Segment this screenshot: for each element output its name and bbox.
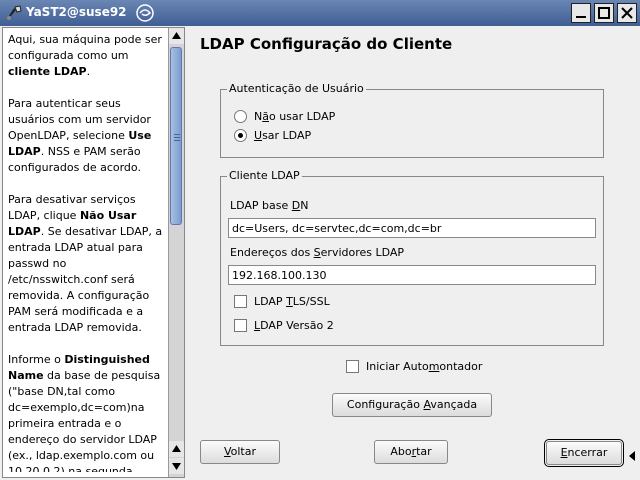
ldap-client-group-legend: Cliente LDAP bbox=[227, 169, 302, 182]
yast-app-icon[interactable] bbox=[5, 4, 23, 22]
scroll-down-button[interactable] bbox=[169, 458, 184, 474]
tls-ssl-label: LDAP TLS/SSL bbox=[254, 295, 330, 308]
radio-use-ldap-label: Usar LDAP bbox=[254, 129, 312, 142]
help-paragraph: Informe o Distinguished Name da base de … bbox=[8, 353, 161, 472]
maximize-icon bbox=[598, 7, 610, 19]
back-button[interactable]: Voltar bbox=[200, 440, 280, 464]
close-icon bbox=[621, 7, 633, 19]
scroll-up-button[interactable] bbox=[169, 28, 184, 44]
scroll-thumb[interactable] bbox=[170, 47, 182, 225]
radio-use-ldap-indicator[interactable] bbox=[234, 129, 247, 142]
grip-line bbox=[174, 140, 180, 141]
maximize-button[interactable] bbox=[594, 3, 614, 23]
help-paragraph: Aqui, sua máquina pode ser configurada c… bbox=[8, 33, 162, 78]
tls-ssl-checkbox-box[interactable] bbox=[234, 295, 247, 308]
advanced-config-button[interactable]: Configuração Avançada bbox=[332, 393, 492, 417]
ldap-version2-checkbox[interactable]: LDAP Versão 2 bbox=[234, 319, 334, 332]
radio-no-ldap-indicator[interactable] bbox=[234, 110, 247, 123]
ldap-client-group: Cliente LDAP LDAP base DN Endereços dos … bbox=[220, 169, 604, 346]
finish-button[interactable]: Encerrar bbox=[544, 439, 624, 467]
ldap-version2-label: LDAP Versão 2 bbox=[254, 319, 334, 332]
help-paragraph: Para desativar serviços LDAP, clique Não… bbox=[8, 193, 163, 334]
minimize-icon bbox=[576, 16, 586, 18]
radio-no-ldap[interactable]: Não usar LDAP bbox=[234, 110, 335, 123]
grip-line bbox=[174, 134, 180, 135]
window-title: YaST2@suse92 bbox=[26, 5, 127, 19]
automount-checkbox-box[interactable] bbox=[346, 360, 359, 373]
radio-use-ldap[interactable]: Usar LDAP bbox=[234, 129, 311, 142]
window-title-bar[interactable]: YaST2@suse92 bbox=[0, 0, 640, 26]
help-paragraph: Para autenticar seus usuários com um ser… bbox=[8, 97, 152, 174]
minimize-button[interactable] bbox=[571, 3, 591, 23]
base-dn-label: LDAP base DN bbox=[230, 199, 309, 212]
radio-no-ldap-label: Não usar LDAP bbox=[254, 110, 336, 123]
auth-group-legend: Autenticação de Usuário bbox=[227, 82, 366, 95]
help-text: Aqui, sua máquina pode ser configurada c… bbox=[8, 32, 166, 472]
arrow-left-icon bbox=[627, 446, 637, 469]
close-button[interactable] bbox=[617, 3, 637, 23]
scroll-up-button-lower[interactable] bbox=[169, 441, 184, 457]
swirl-icon bbox=[135, 3, 155, 23]
help-scrollbar[interactable] bbox=[168, 28, 184, 477]
auth-group: Autenticação de Usuário Não usar LDAP Us… bbox=[220, 82, 604, 158]
page-title: LDAP Configuração do Cliente bbox=[200, 35, 453, 53]
arrow-up-icon bbox=[172, 32, 181, 39]
tls-ssl-checkbox[interactable]: LDAP TLS/SSL bbox=[234, 295, 330, 308]
arrow-up-icon bbox=[172, 445, 181, 452]
arrow-down-icon bbox=[172, 463, 181, 470]
servers-input[interactable] bbox=[228, 265, 596, 285]
base-dn-input[interactable] bbox=[228, 218, 596, 238]
abort-button[interactable]: Abortar bbox=[374, 440, 448, 464]
automount-label: Iniciar Automontador bbox=[366, 360, 483, 373]
servers-label: Endereços dos Servidores LDAP bbox=[230, 246, 405, 259]
grip-line bbox=[174, 137, 180, 138]
ldap-version2-checkbox-box[interactable] bbox=[234, 319, 247, 332]
automount-checkbox[interactable]: Iniciar Automontador bbox=[346, 360, 482, 373]
help-panel[interactable]: Aqui, sua máquina pode ser configurada c… bbox=[2, 27, 185, 478]
